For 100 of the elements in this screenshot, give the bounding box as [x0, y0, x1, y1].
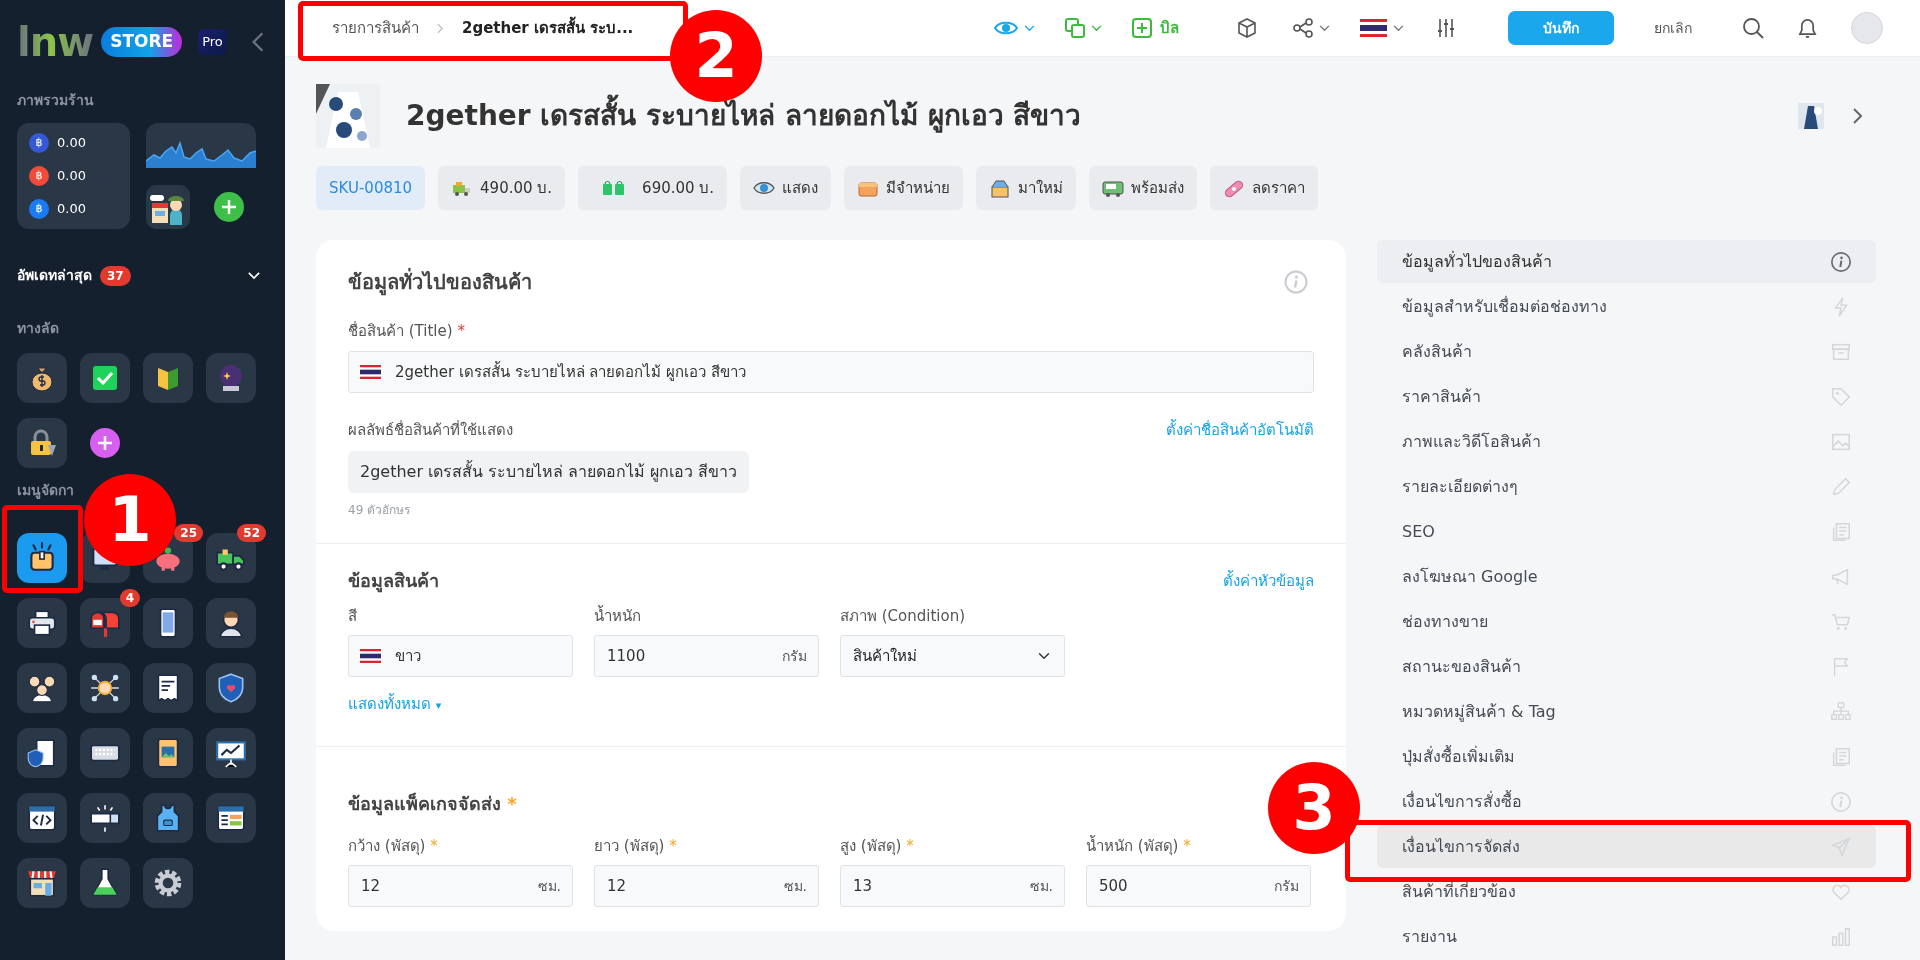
shortcut-tile[interactable] — [206, 353, 256, 403]
info-icon — [1830, 250, 1852, 273]
menu-tile[interactable] — [80, 858, 130, 908]
pencil-icon — [1830, 475, 1852, 498]
van-icon — [1102, 178, 1125, 198]
unit-label: กรัม — [1274, 877, 1299, 897]
shortcut-tile[interactable] — [143, 353, 193, 403]
info-icon — [1830, 790, 1852, 813]
count-badge: 52 — [237, 524, 266, 542]
cube-icon[interactable] — [1237, 18, 1257, 38]
flag-icon — [360, 649, 381, 663]
unit-label: กรัม — [782, 647, 807, 666]
add-shortcut-icon[interactable] — [90, 428, 120, 458]
document-icon — [1830, 520, 1852, 543]
balance-amount: 0.00 — [57, 167, 86, 186]
shortcut-tile[interactable] — [80, 353, 130, 403]
search-icon[interactable] — [1742, 17, 1764, 39]
text-field[interactable]: 2gether เดรสสั้น ระบายไหล่ ลายดอกไม้ ผูกเอว สีขาว — [348, 350, 1314, 393]
menu-tile[interactable] — [206, 663, 256, 713]
product-tag: 490.00 บ. — [438, 166, 566, 210]
section-menu-item[interactable]: ช่องทางขาย — [1377, 600, 1876, 643]
section-menu-item[interactable]: หมวดหมู่สินค้า & Tag — [1377, 690, 1876, 733]
menu-tile[interactable] — [17, 533, 67, 583]
section-menu-item[interactable]: ลงโฆษณา Google — [1377, 555, 1876, 598]
menu-tile[interactable] — [17, 598, 67, 648]
section-menu-item[interactable]: คลังสินค้า — [1377, 330, 1876, 373]
breadcrumb-link[interactable]: รายการสินค้า — [332, 16, 419, 40]
menu-tile[interactable] — [80, 728, 130, 778]
balance-amount: 0.00 — [57, 200, 86, 219]
gift-box-icon — [989, 178, 1012, 198]
menu-tile[interactable] — [80, 663, 130, 713]
coin-icon: ฿ — [29, 166, 49, 186]
chevron-right-icon — [437, 22, 444, 34]
count-badge: 4 — [119, 589, 140, 607]
field-label: น้ำหนัก — [594, 604, 642, 627]
sitemap-icon — [1830, 700, 1852, 723]
menu-tile[interactable] — [143, 728, 193, 778]
section-menu-item[interactable]: ข้อมูลสำหรับเชื่อมต่อช่องทาง — [1377, 285, 1876, 328]
section-menu-item[interactable]: รายละเอียดต่างๆ — [1377, 465, 1876, 508]
section-heading: เมนูจัดกา — [17, 481, 75, 501]
menu-tile[interactable] — [143, 858, 193, 908]
product-tag: SKU-00810 — [316, 166, 426, 210]
plus-square-icon — [1132, 18, 1152, 38]
menu-tile[interactable] — [206, 793, 256, 843]
bell-icon[interactable] — [1798, 17, 1817, 39]
field-label: กว้าง (พัสดุ) * — [348, 835, 439, 858]
shortcut-tile[interactable] — [17, 353, 67, 403]
field-label: ชื่อสินค้า (Title) * — [348, 320, 466, 342]
caret-icon[interactable] — [1393, 24, 1404, 32]
section-menu-item[interactable]: ปุ่มสั่งซื้อเพิ่มเติม — [1377, 735, 1876, 778]
section-menu-item[interactable]: ราคาสินค้า — [1377, 375, 1876, 418]
product-tag: มีจำหน่าย — [844, 166, 964, 210]
tag-icon — [1830, 385, 1852, 408]
expand-chevron-icon[interactable] — [248, 271, 260, 280]
unit-label: ซม. — [783, 877, 807, 897]
menu-tile[interactable] — [17, 728, 67, 778]
collapse-chevron-icon[interactable] — [250, 31, 265, 53]
section-menu-item[interactable]: รายงาน — [1377, 915, 1876, 958]
menu-tile[interactable] — [17, 793, 67, 843]
section-menu-item[interactable]: สินค้าที่เกี่ยวข้อง — [1377, 870, 1876, 913]
add-button-icon[interactable] — [214, 192, 244, 222]
menu-tile[interactable] — [143, 598, 193, 648]
condition-select[interactable]: สินค้าใหม่ — [840, 635, 1065, 677]
next-chevron-icon[interactable] — [1852, 108, 1862, 124]
menu-tile[interactable] — [206, 598, 256, 648]
field-label: สภาพ (Condition) — [840, 605, 967, 627]
unit-label: ซม. — [537, 877, 561, 897]
updates-label: อัพเดทล่าสุด — [17, 266, 92, 286]
section-menu-item[interactable]: ข้อมูลทั่วไปของสินค้า — [1377, 240, 1876, 283]
eye-icon[interactable] — [994, 20, 1018, 36]
product-tag: แสดง — [740, 166, 832, 210]
section-heading: ข้อมูลทั่วไปของสินค้า — [348, 270, 532, 294]
shortcut-tile[interactable] — [17, 418, 67, 468]
cancel-link[interactable]: ยกเลิก — [1654, 17, 1692, 39]
menu-tile[interactable] — [17, 663, 67, 713]
section-menu-item[interactable]: สถานะของสินค้า — [1377, 645, 1876, 688]
section-heading: ข้อมูลสินค้า — [348, 570, 439, 593]
breadcrumb-link[interactable]: 2gether เดรสสั้น ระบ... — [462, 16, 634, 40]
menu-tile[interactable] — [143, 793, 193, 843]
menu-tile[interactable] — [206, 728, 256, 778]
sliders-icon[interactable] — [1436, 18, 1456, 38]
product-tag: 690.00 บ. — [578, 166, 728, 210]
menu-tile[interactable] — [143, 663, 193, 713]
section-heading: ภาพรวมร้าน — [17, 91, 95, 110]
caret-icon[interactable] — [1024, 24, 1035, 32]
mascot-drawing[interactable] — [146, 185, 190, 229]
product-tag: ลดราคา — [1210, 166, 1319, 210]
section-menu-item[interactable]: SEO — [1377, 510, 1876, 553]
share-icon[interactable] — [1293, 18, 1313, 38]
section-menu-item[interactable]: เงื่อนไขการสั่งซื้อ — [1377, 780, 1876, 823]
section-menu-item[interactable]: ภาพและวิดีโอสินค้า — [1377, 420, 1876, 463]
flag-icon[interactable] — [1360, 19, 1387, 37]
menu-tile[interactable] — [17, 858, 67, 908]
text-field[interactable]: ขาว — [348, 635, 573, 677]
plan-badge: Pro — [198, 29, 227, 55]
menu-tile[interactable] — [80, 793, 130, 843]
field-label: ยาว (พัสดุ) * — [594, 835, 678, 858]
caret-icon[interactable] — [1319, 24, 1330, 32]
field-label: ผลลัพธ์ชื่อสินค้าที่ใช้แสดง — [348, 419, 513, 441]
section-menu-item[interactable]: เงื่อนไขการจัดส่ง — [1377, 825, 1876, 868]
